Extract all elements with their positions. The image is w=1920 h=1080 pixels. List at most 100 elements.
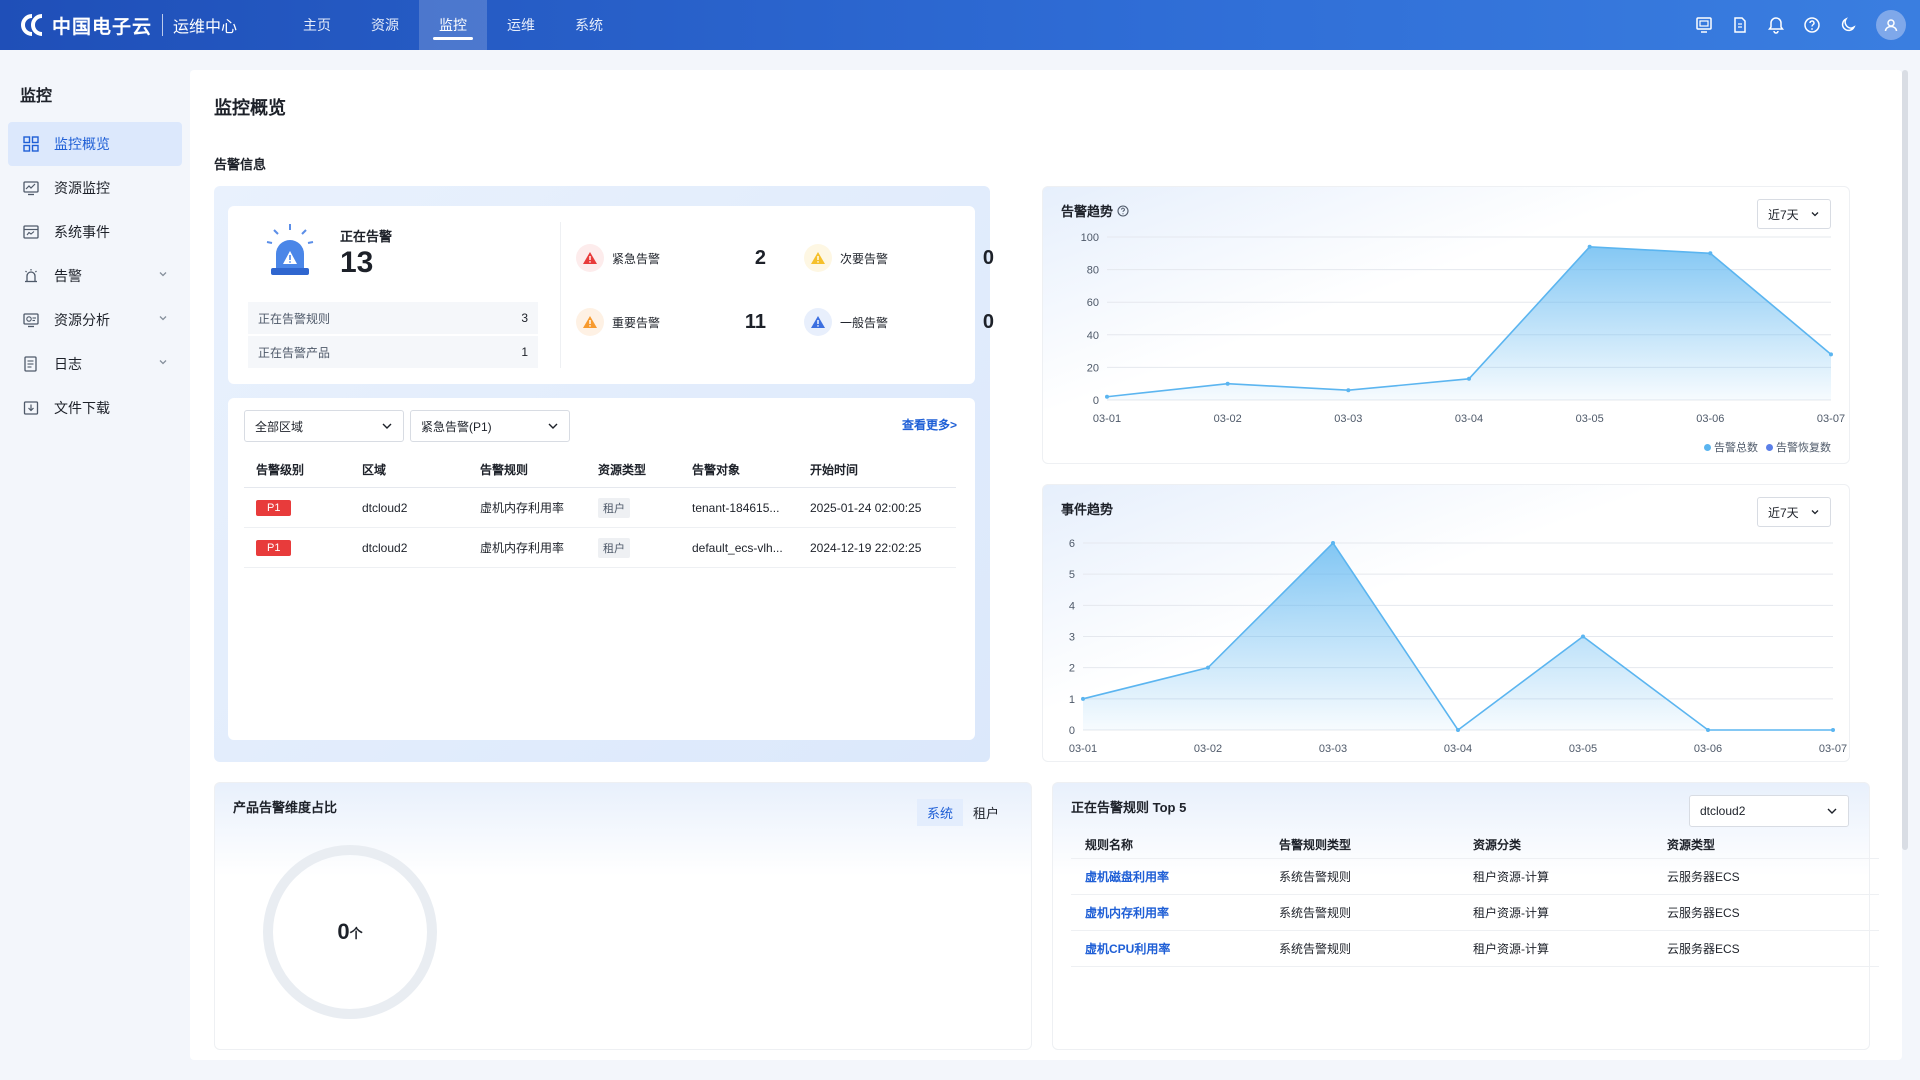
nav-resources[interactable]: 资源 [351,0,419,50]
user-avatar[interactable] [1876,10,1906,40]
data-point[interactable] [1831,728,1835,732]
data-point[interactable] [1829,352,1833,357]
active-alarm-rules-row[interactable]: 正在告警规则 3 [248,302,538,334]
table-cell: 虚机内存利用率 [480,541,565,555]
product-ratio-tabs: 系统 租户 [916,799,1009,826]
nav-operations[interactable]: 运维 [487,0,555,50]
x-tick-label: 03-04 [1444,743,1472,755]
sidebar-item-system-events[interactable]: 系统事件 [8,210,182,254]
active-alarm-label: 正在告警 [340,229,393,244]
user-icon [1884,19,1898,32]
top-rules-table: 规则名称 告警规则类型 资源分类 资源类型 虚机磁盘利用率 系统告警规则 租户资… [1071,831,1879,967]
active-alarm-products-row[interactable]: 正在告警产品 1 [248,336,538,368]
column-header: 资源分类 [1473,838,1522,852]
sidebar-item-file-download[interactable]: 文件下载 [8,386,182,430]
monitor-icon [22,179,40,197]
nav-home[interactable]: 主页 [283,0,351,50]
severity-major[interactable]: 重要告警 11 [576,308,766,336]
top-rules-title: 正在告警规则 Top 5 [1071,800,1187,815]
rule-name-link[interactable]: 虚机CPU利用率 [1071,940,1265,957]
table-row: 虚机磁盘利用率 系统告警规则 租户资源-计算 云服务器ECS [1071,859,1879,895]
y-tick-label: 0 [1093,395,1099,407]
legend-recovered[interactable]: 告警恢复数 [1776,439,1831,455]
screen-icon[interactable] [1686,0,1722,50]
analysis-icon [22,311,40,329]
sidebar-item-label: 日志 [54,356,82,372]
sidebar-item-label: 资源监控 [54,180,110,196]
data-point[interactable] [1706,728,1710,732]
chevron-down-icon [159,316,167,321]
brand-logo[interactable]: 中国电子云 运维中心 [0,0,237,50]
table-cell: 系统告警规则 [1279,942,1352,956]
alert-trend-card: 告警趋势 近7天 0 20 40 60 80 100 03-01 03-02 03-03 03-0… [1042,186,1850,464]
alarm-level-select-value: 紧急告警(P1) [421,419,492,434]
data-point[interactable] [1081,696,1085,701]
data-point[interactable] [1467,376,1471,381]
data-point[interactable] [1581,634,1585,639]
table-row: 虚机CPU利用率 系统告警规则 租户资源-计算 云服务器ECS [1071,931,1879,967]
column-header[interactable]: 开始时间 [810,461,956,478]
top-rules-region-select[interactable]: dtcloud2 [1689,795,1849,827]
severity-general[interactable]: 一般告警 0 [804,308,994,336]
data-point[interactable] [1105,394,1109,399]
event-icon [22,223,40,241]
tab-system[interactable]: 系统 [916,799,963,826]
alarm-level-select[interactable]: 紧急告警(P1) [410,410,570,442]
warning-triangle-icon [804,308,832,336]
active-alarm-rules-label: 正在告警规则 [258,311,331,326]
region-select[interactable]: 全部区域 [244,410,404,442]
resource-type-tag: 租户 [598,497,630,518]
sidebar-item-logs[interactable]: 日志 [8,342,182,386]
divider [560,222,561,368]
view-more-link[interactable]: 查看更多> [902,416,957,433]
top-navigation-bar: 中国电子云 运维中心 主页 资源 监控 运维 系统 [0,0,1920,50]
sidebar-item-alarms[interactable]: 告警 [8,254,182,298]
data-point[interactable] [1331,541,1335,545]
table-cell: 云服务器ECS [1667,870,1740,884]
rule-name-link[interactable]: 虚机磁盘利用率 [1071,868,1265,885]
table-row[interactable]: P1 dtcloud2 虚机内存利用率 租户 default_ecs-vlh..… [244,528,956,568]
column-header[interactable]: 资源类型 [598,461,692,478]
data-point[interactable] [1225,381,1230,386]
column-header[interactable]: 告警规则 [480,461,598,478]
chevron-down-icon [159,272,167,277]
severity-minor[interactable]: 次要告警 0 [804,244,994,272]
column-header[interactable]: 告警级别 [244,461,362,478]
nav-system[interactable]: 系统 [555,0,623,50]
sidebar-item-label: 告警 [54,268,82,284]
severity-critical[interactable]: 紧急告警 2 [576,244,766,272]
bell-icon[interactable] [1758,0,1794,50]
column-header[interactable]: 区域 [362,461,480,478]
moon-icon[interactable] [1830,0,1866,50]
column-header[interactable]: 告警对象 [692,461,810,478]
severity-label: 一般告警 [840,315,889,330]
y-tick-label: 1 [1069,694,1075,706]
table-row[interactable]: P1 dtcloud2 虚机内存利用率 租户 tenant-184615... … [244,488,956,528]
document-icon[interactable] [1722,0,1758,50]
vertical-scrollbar[interactable] [1902,70,1908,850]
active-alarm-products-label: 正在告警产品 [258,345,331,360]
chevron-down-icon [159,360,167,365]
data-point[interactable] [1456,728,1460,732]
severity-count: 2 [754,246,766,269]
data-point[interactable] [1708,251,1713,256]
x-tick-label: 03-05 [1576,413,1604,425]
sidebar-item-monitoring-overview[interactable]: 监控概览 [8,122,182,166]
info-icon[interactable] [1117,205,1129,217]
rule-name-link[interactable]: 虚机内存利用率 [1071,904,1265,921]
sidebar-item-resource-monitoring[interactable]: 资源监控 [8,166,182,210]
table-cell: 系统告警规则 [1279,870,1352,884]
sidebar-item-resource-analysis[interactable]: 资源分析 [8,298,182,342]
nav-monitoring[interactable]: 监控 [419,0,488,50]
data-point[interactable] [1587,244,1592,249]
top-rules-region-value: dtcloud2 [1700,804,1746,818]
data-point[interactable] [1346,388,1351,393]
help-icon[interactable] [1794,0,1830,50]
data-point[interactable] [1206,665,1210,670]
resource-type-tag: 租户 [598,537,630,558]
sidebar-item-label: 资源分析 [54,312,110,328]
tab-tenant[interactable]: 租户 [963,799,1009,826]
legend-total[interactable]: 告警总数 [1714,439,1758,455]
x-tick-label: 03-01 [1093,413,1121,425]
active-alarm-count[interactable]: 13 [340,246,373,280]
